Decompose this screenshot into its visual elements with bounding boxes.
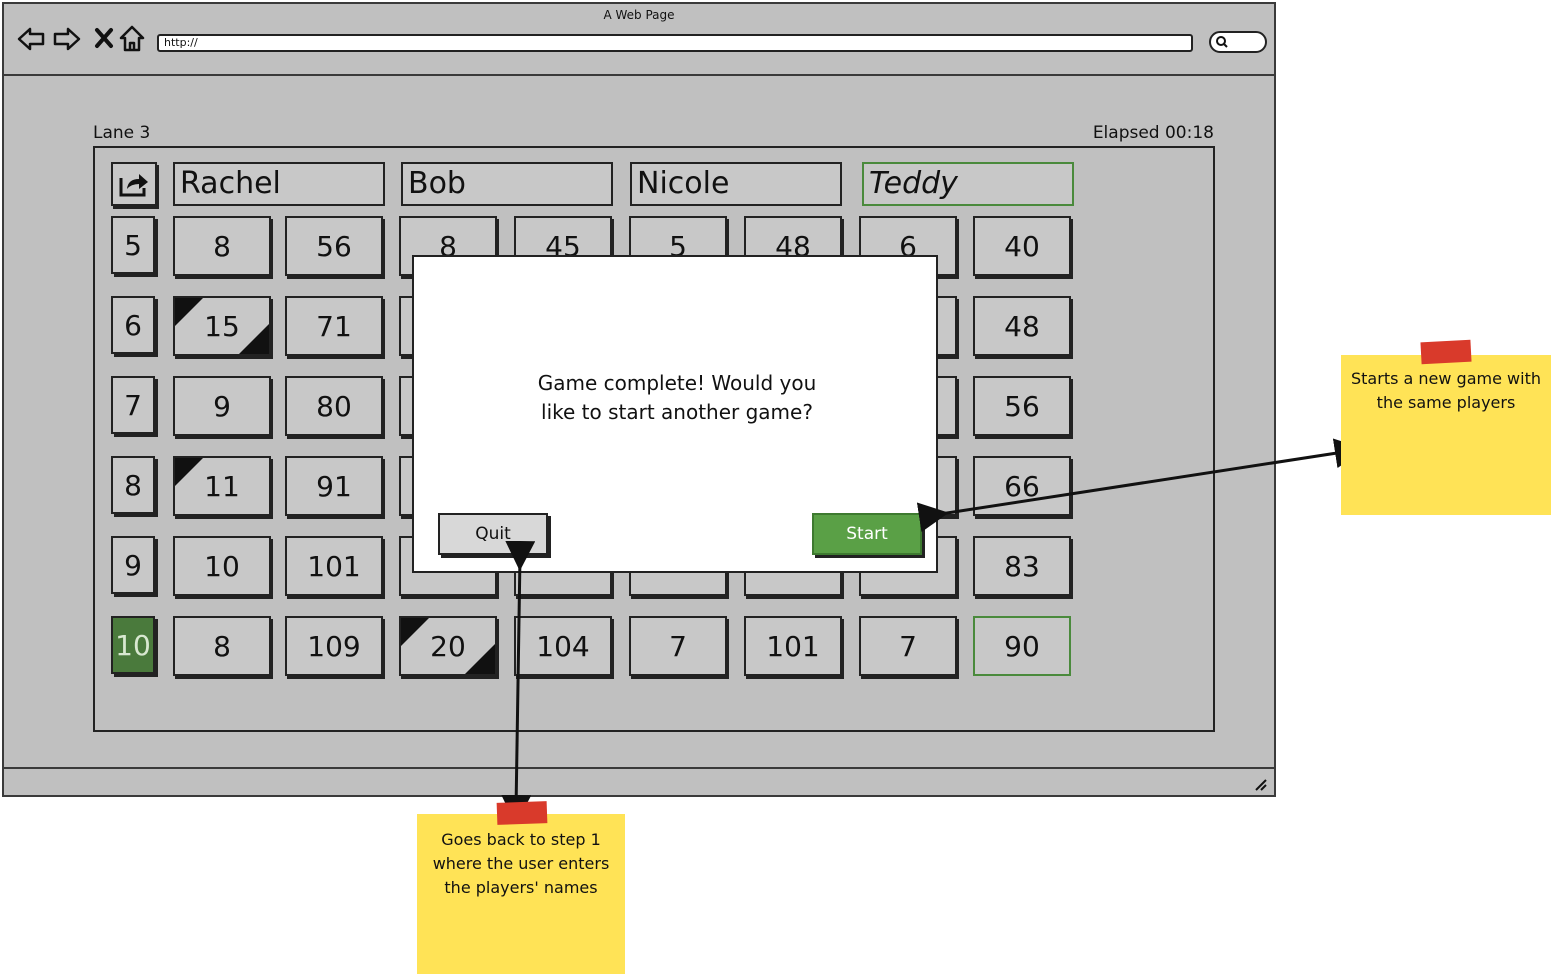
tape [1420, 339, 1472, 365]
start-note-arrow [916, 438, 1365, 533]
quit-sticky-note: Goes back to step 1 where the user enter… [417, 801, 625, 974]
quit-note-text: Goes back to step 1 where the user enter… [432, 830, 610, 897]
start-sticky-note: Starts a new game with the same players [1341, 339, 1551, 515]
annotation-arrows [501, 438, 1365, 825]
start-note-text: Starts a new game with the same players [1351, 369, 1541, 412]
quit-note-arrow [501, 540, 536, 825]
tape [496, 801, 548, 825]
